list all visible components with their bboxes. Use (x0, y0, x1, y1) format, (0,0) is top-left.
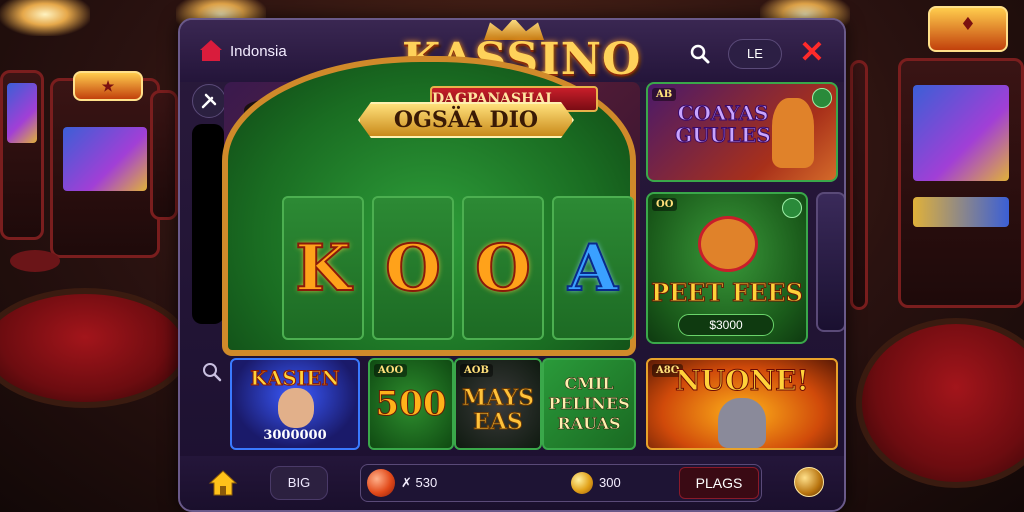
game-tile[interactable]: AOB MAYS EAS (454, 358, 542, 450)
menu-icon[interactable] (794, 467, 824, 497)
featured-card[interactable]: OO PEET FEES $3000 (646, 192, 808, 344)
game-tile[interactable]: CMIL PELINES RAUAS (542, 358, 636, 450)
card-title: PEET FEES (651, 278, 804, 308)
left-rail (192, 124, 224, 324)
bg-stool (10, 250, 60, 272)
home-icon (208, 470, 238, 496)
tool-icon (201, 93, 217, 109)
region-selector[interactable]: Indonsia (200, 40, 287, 62)
slot-reels[interactable]: K O O A (282, 196, 634, 340)
coin-icon (571, 472, 593, 494)
character-image (772, 98, 814, 168)
card-tag: OO (652, 198, 678, 211)
bg-slot-machine (850, 60, 868, 310)
tile-amount: 3000000 (263, 428, 327, 443)
game-tile[interactable]: KASIEN 3000000 (230, 358, 360, 450)
bg-slot-machine (898, 58, 1024, 308)
bg-casino-table (856, 318, 1024, 488)
tile-title: 500 (375, 384, 447, 425)
favorite-icon[interactable] (782, 198, 802, 218)
top-actions: LE ✕ (684, 36, 830, 72)
casino-app-window: Indonsia LE ✕ KASSINO DAGPANASHAI OGSÄA … (178, 18, 846, 512)
bg-casino-table (0, 288, 190, 408)
game-tile[interactable]: A8O NUONE! (646, 358, 838, 450)
reel: O (372, 196, 454, 340)
bg-slot-machine (150, 90, 178, 220)
search-button[interactable] (684, 38, 716, 70)
play-button[interactable]: PLAGS (679, 467, 759, 499)
balance-left: ✗ 530 (401, 475, 438, 490)
tile-title: MAYS EAS (462, 385, 535, 435)
favorite-icon[interactable] (812, 88, 832, 108)
featured-card[interactable]: AB COAYAS GUULES (646, 82, 838, 182)
big-button[interactable]: BIG (270, 466, 328, 500)
reel: K (282, 196, 364, 340)
bg-slot-machine (0, 70, 44, 240)
tile-title: KASIEN (250, 366, 340, 391)
search-icon[interactable] (200, 360, 224, 384)
bg-machine-sign: ★ (73, 71, 143, 101)
close-icon: ✕ (799, 36, 825, 69)
search-icon (690, 44, 710, 64)
house-icon (200, 40, 222, 62)
balance-bar: ✗ 530 300 PLAGS (360, 464, 762, 502)
reel: O (462, 196, 544, 340)
host-avatar (278, 388, 314, 428)
region-label: Indonsia (230, 42, 287, 60)
slot-banner: OGSÄA DIO (358, 102, 574, 138)
balance-right: 300 (599, 475, 621, 490)
language-button[interactable]: LE (728, 39, 782, 69)
featured-card-partial[interactable] (816, 192, 844, 332)
character-image (718, 398, 766, 448)
tools-button[interactable] (192, 84, 226, 118)
bg-slot-machine: ★ (50, 71, 160, 258)
game-tile[interactable]: AOO 500 (368, 358, 454, 450)
card-tag: AB (652, 88, 677, 101)
close-button[interactable]: ✕ (794, 36, 830, 72)
tile-title: CMIL PELINES RAUAS (548, 374, 630, 434)
card-tag: AOO (374, 364, 408, 377)
tile-title: NUONE! (675, 364, 810, 398)
home-button[interactable] (208, 468, 238, 498)
card-title: COAYAS GUULES (675, 101, 772, 147)
coin-icon (367, 469, 395, 497)
bottom-bar: BIG ✗ 530 300 PLAGS (180, 456, 844, 510)
character-image (698, 216, 758, 272)
reel: A (552, 196, 634, 340)
bg-casino-sign: ♦ (928, 6, 1008, 52)
jackpot-amount: $3000 (678, 314, 774, 336)
chandelier-left (0, 0, 90, 36)
card-tag: AOB (460, 364, 493, 377)
